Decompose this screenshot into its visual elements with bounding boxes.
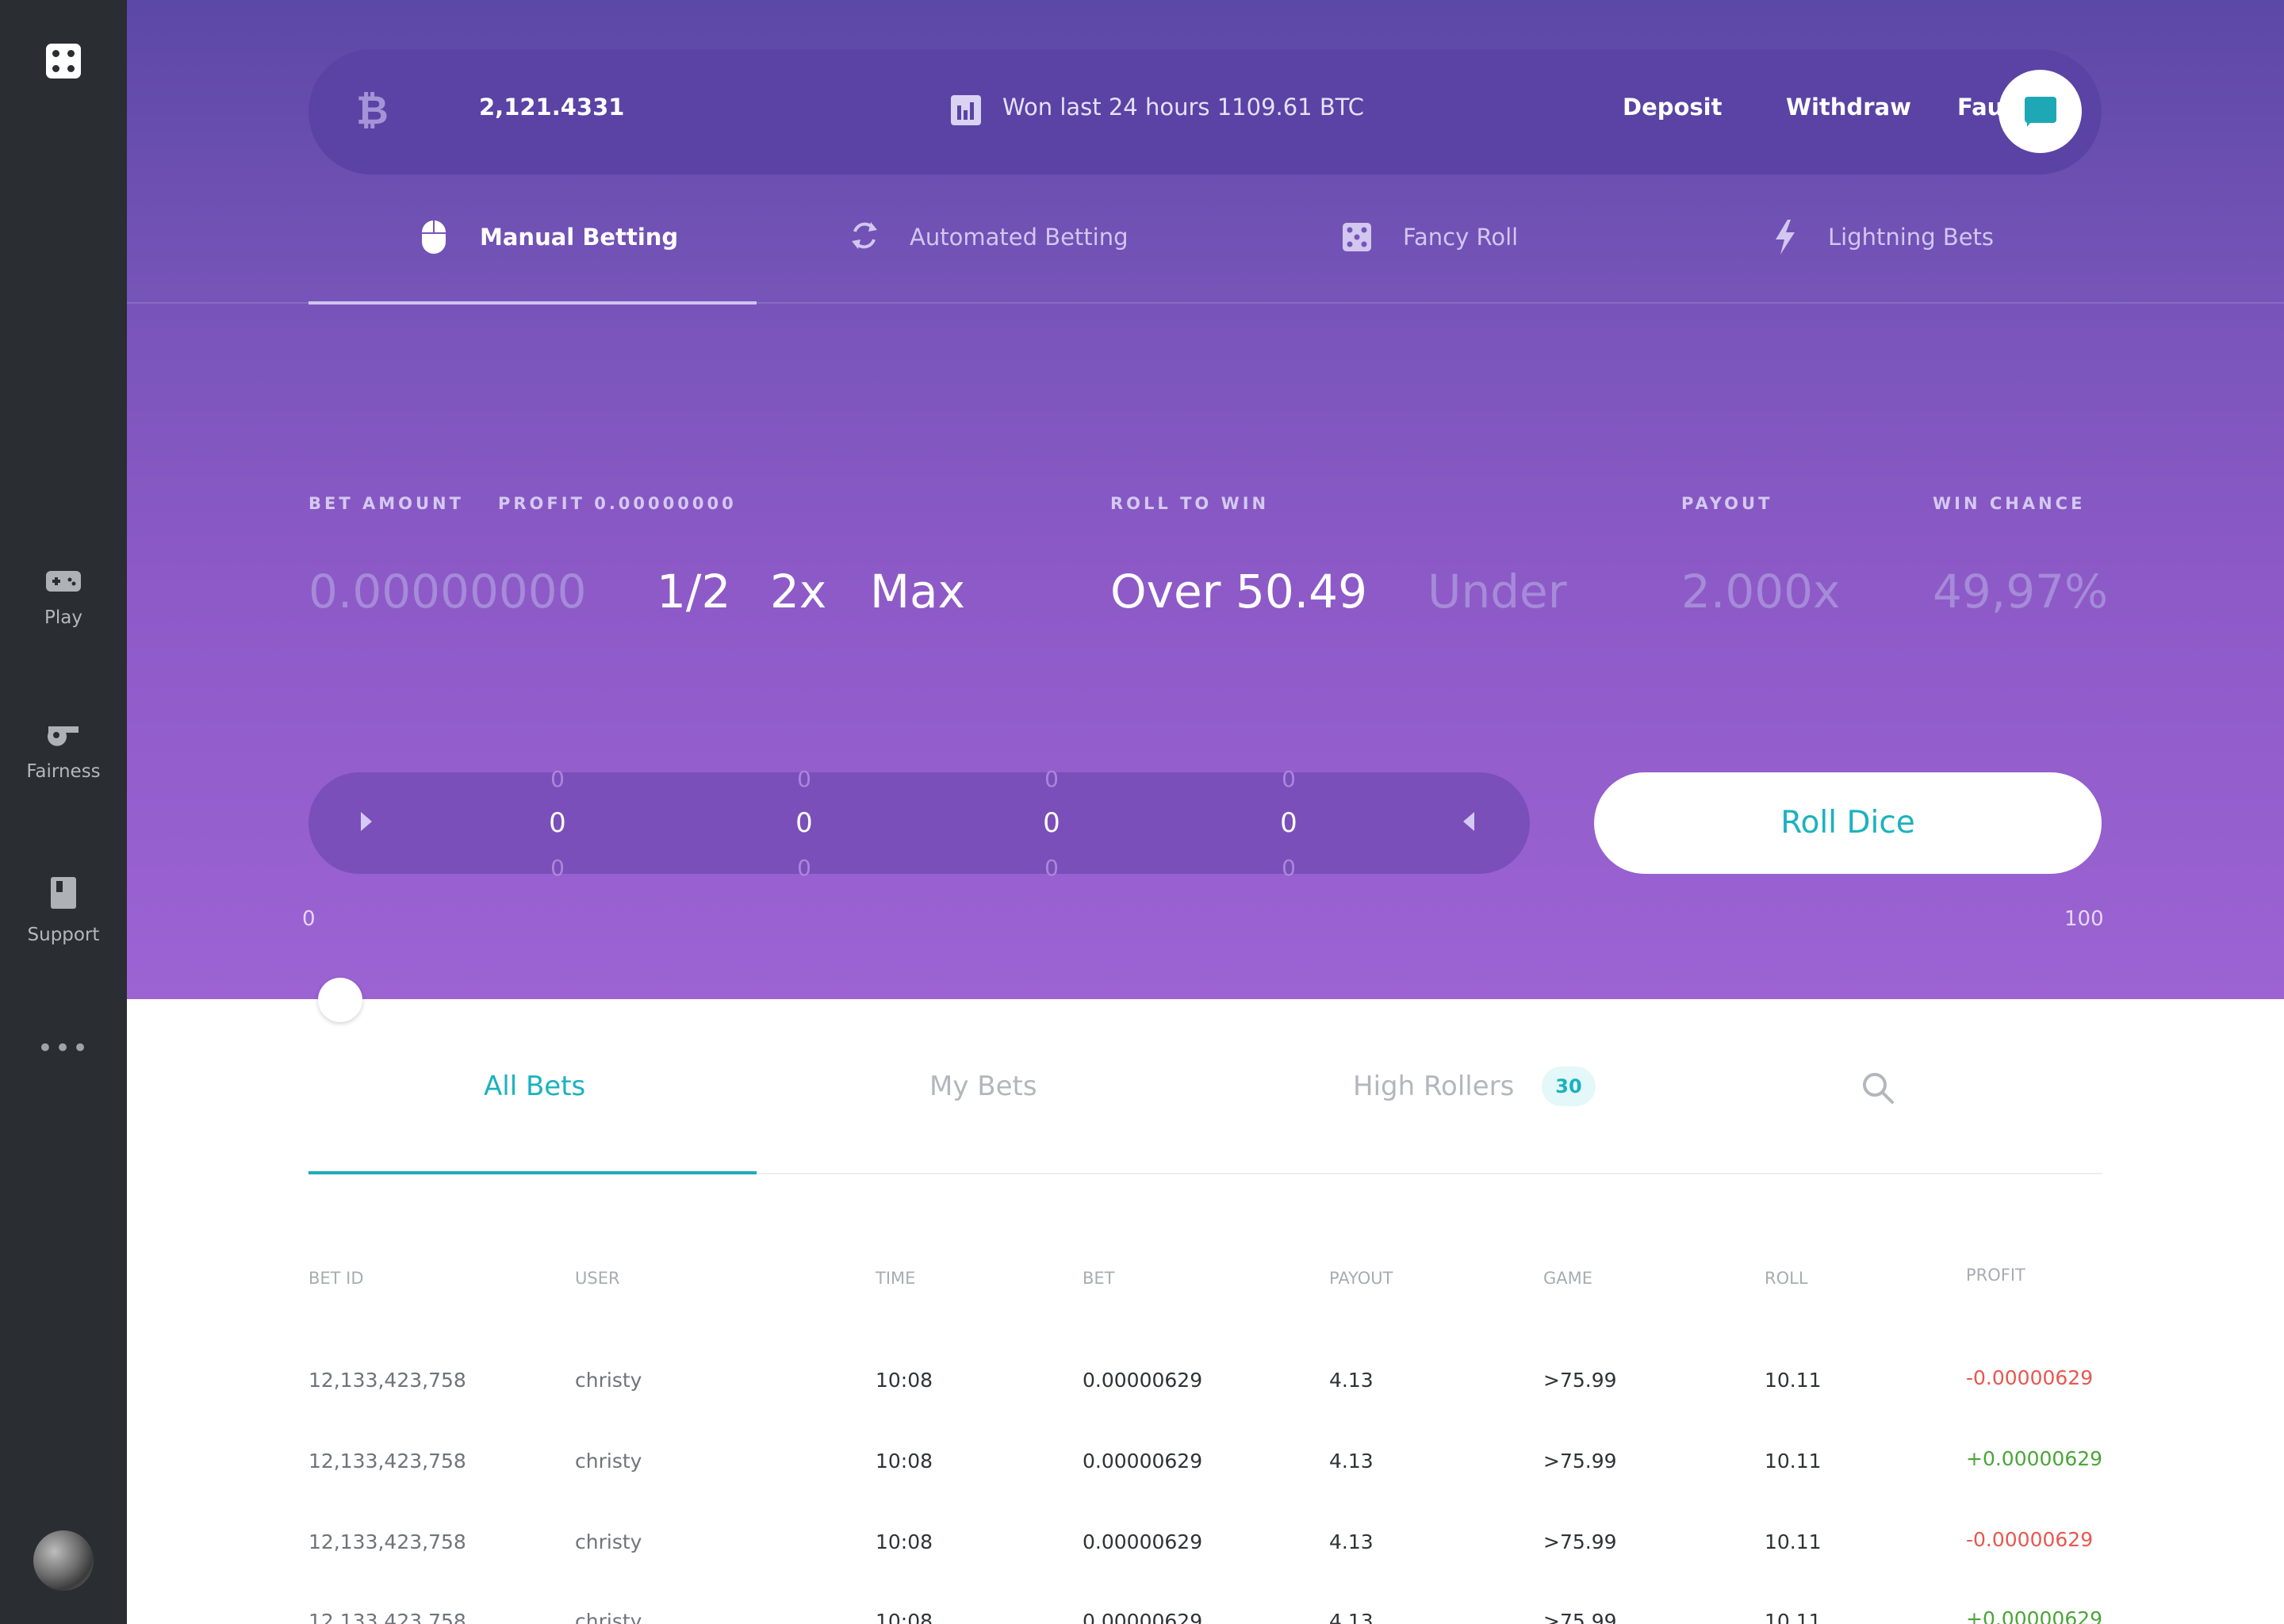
avatar[interactable] (33, 1530, 94, 1591)
more-icon[interactable]: ••• (0, 1032, 127, 1064)
win-chance-input[interactable]: 49,97% (1933, 565, 2108, 619)
win-chance-label: WIN CHANCE (1933, 494, 2086, 513)
roll-dice-button[interactable]: Roll Dice (1594, 772, 2102, 874)
column-header: PROFIT (1966, 1266, 2025, 1285)
bet-payout: 4.13 (1329, 1530, 1374, 1553)
bet-roll: 10.11 (1765, 1610, 1822, 1624)
bet-game: >75.99 (1543, 1530, 1617, 1553)
bet-amount-label: BET AMOUNT (308, 494, 464, 513)
scale-min: 0 (302, 907, 316, 931)
mouse-icon (422, 220, 446, 254)
bet-profit: +0.00000629 (1966, 1607, 2103, 1624)
deposit-link[interactable]: Deposit (1623, 94, 1723, 121)
column-header: PAYOUT (1329, 1269, 1393, 1288)
column-header: USER (575, 1269, 620, 1288)
half-bet-button[interactable]: 1/2 (657, 565, 730, 619)
double-bet-button[interactable]: 2x (770, 565, 826, 619)
balance-bar: ₿ 2,121.4331 Won last 24 hours 1109.61 B… (308, 49, 2102, 174)
sidebar-item-support[interactable]: Support (0, 875, 127, 945)
refresh-icon (852, 222, 877, 249)
column-header: GAME (1543, 1269, 1593, 1288)
sidebar-item-label: Play (44, 607, 82, 628)
won-last-24h: Won last 24 hours 1109.61 BTC (1002, 94, 1365, 121)
bet-user: christy (575, 1610, 642, 1624)
gamepad-icon (46, 571, 81, 592)
bet-time: 10:08 (876, 1530, 933, 1553)
whistle-icon (48, 726, 79, 746)
bet-amount-input[interactable]: 0.00000000 (308, 565, 587, 619)
bet-profit: +0.00000629 (1966, 1447, 2103, 1470)
bet-user: christy (575, 1450, 642, 1473)
bet-payout: 4.13 (1329, 1369, 1374, 1392)
roll-to-win-label: ROLL TO WIN (1110, 494, 1270, 513)
bet-amount: 0.00000629 (1083, 1369, 1203, 1392)
caret-left-icon (1463, 812, 1474, 831)
bet-amount: 0.00000629 (1083, 1610, 1203, 1624)
bet-payout: 4.13 (1329, 1450, 1374, 1473)
sidebar-item-play[interactable]: Play (0, 569, 127, 628)
column-header: BET (1083, 1269, 1115, 1288)
bet-roll: 10.11 (1765, 1450, 1822, 1473)
book-icon (51, 877, 76, 909)
bet-roll: 10.11 (1765, 1369, 1822, 1392)
bet-time: 10:08 (876, 1610, 933, 1624)
bet-user: christy (575, 1530, 642, 1553)
column-header: TIME (876, 1269, 916, 1288)
sidebar-item-fairness[interactable]: Fairness (0, 722, 127, 782)
bitcoin-icon: ₿ (356, 87, 389, 133)
tab-my-bets[interactable]: My Bets (929, 1071, 1037, 1102)
bet-id: 12,133,423,758 (308, 1610, 466, 1624)
column-header: ROLL (1765, 1269, 1808, 1288)
bet-amount: 0.00000629 (1083, 1530, 1203, 1553)
high-rollers-count-badge: 30 (1542, 1067, 1596, 1106)
bet-id: 12,133,423,758 (308, 1369, 466, 1392)
sidebar-item-label: Support (27, 925, 100, 945)
roll-slider-handle[interactable] (318, 978, 362, 1022)
lightning-icon (1776, 220, 1795, 255)
roll-result-display: 0 0 0 0 0 0 0 0 0 0 0 0 (308, 766, 1530, 881)
column-header: BET ID (308, 1269, 364, 1288)
payout-input[interactable]: 2.000x (1681, 565, 1840, 619)
search-icon[interactable] (1861, 1071, 1895, 1105)
bet-time: 10:08 (876, 1450, 933, 1473)
payout-label: PAYOUT (1681, 494, 1773, 513)
roll-under-toggle[interactable]: Under (1428, 565, 1567, 619)
bet-game: >75.99 (1543, 1610, 1617, 1624)
scale-max: 100 (2064, 907, 2104, 931)
betting-panel: ₿ 2,121.4331 Won last 24 hours 1109.61 B… (127, 0, 2284, 999)
sidebar-item-label: Fairness (26, 761, 101, 782)
bet-profit: -0.00000629 (1966, 1528, 2094, 1551)
max-bet-button[interactable]: Max (870, 565, 965, 619)
roll-over-toggle[interactable]: Over 50.49 (1110, 565, 1367, 619)
dice-logo-icon[interactable] (46, 44, 81, 79)
bet-profit: -0.00000629 (1966, 1366, 2094, 1389)
bet-payout: 4.13 (1329, 1610, 1374, 1624)
bet-id: 12,133,423,758 (308, 1450, 466, 1473)
chat-button[interactable] (1998, 70, 2082, 153)
bet-roll: 10.11 (1765, 1530, 1822, 1553)
bet-amount: 0.00000629 (1083, 1450, 1203, 1473)
bet-id: 12,133,423,758 (308, 1530, 466, 1553)
bet-game: >75.99 (1543, 1450, 1617, 1473)
stats-icon (951, 95, 981, 125)
active-tab-indicator (308, 301, 757, 304)
bet-game: >75.99 (1543, 1369, 1617, 1392)
withdraw-link[interactable]: Withdraw (1786, 94, 1911, 121)
tab-all-bets[interactable]: All Bets (484, 1071, 585, 1102)
sidebar: Play Fairness Support ••• (0, 0, 127, 1624)
profit-label: PROFIT 0.00000000 (498, 494, 737, 513)
bet-user: christy (575, 1369, 642, 1392)
balance-value: 2,121.4331 (479, 94, 625, 121)
tab-high-rollers[interactable]: High Rollers (1353, 1071, 1514, 1102)
dice-icon (1343, 223, 1371, 251)
bet-time: 10:08 (876, 1369, 933, 1392)
caret-right-icon (361, 812, 372, 831)
bets-active-indicator (308, 1171, 757, 1174)
